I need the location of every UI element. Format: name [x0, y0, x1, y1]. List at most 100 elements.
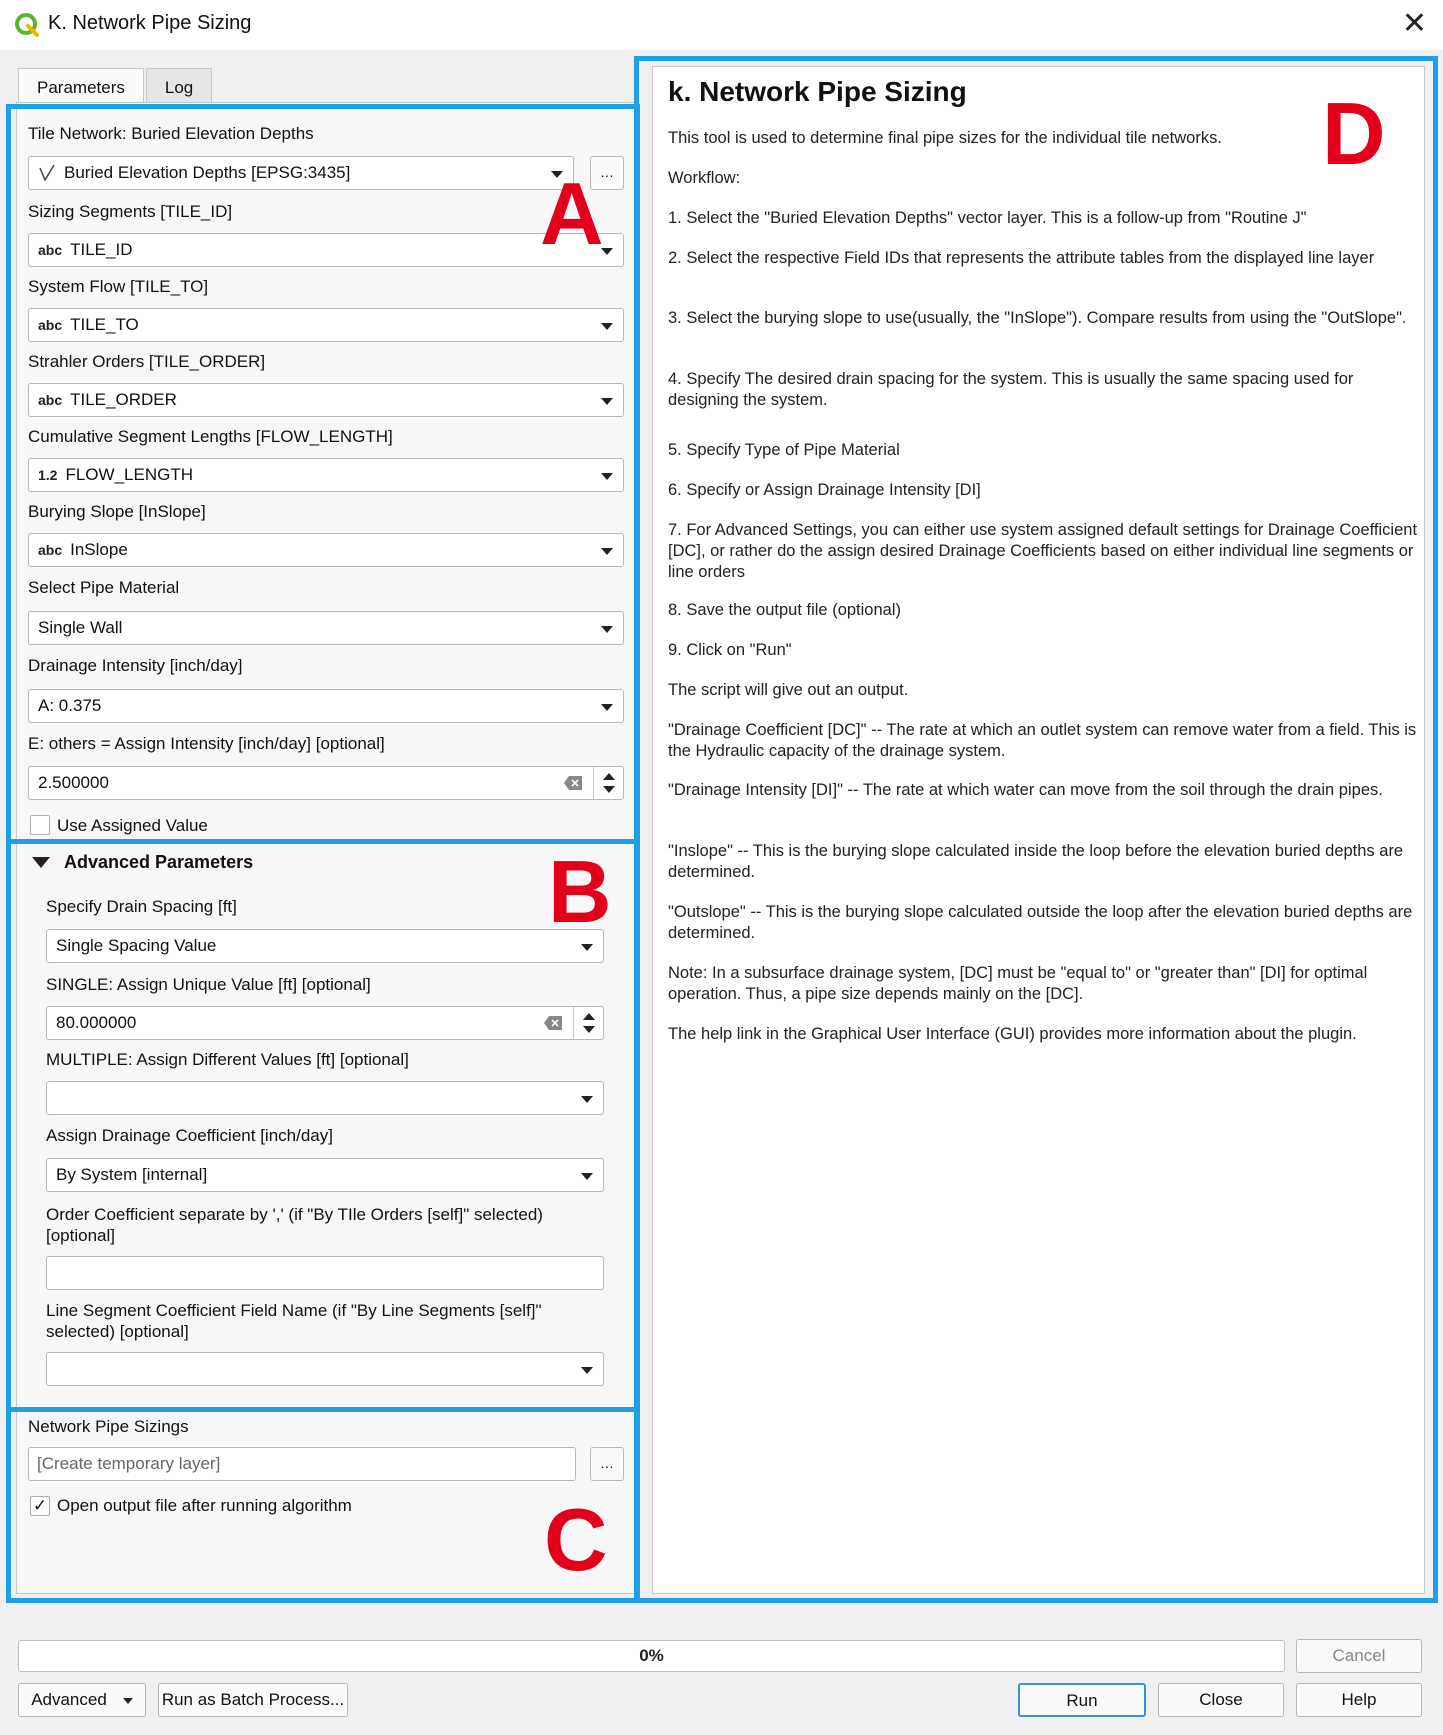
drainage-intensity-value: A: 0.375 — [38, 696, 102, 715]
clear-icon[interactable] — [543, 1015, 563, 1031]
chevron-down-icon — [581, 1173, 593, 1180]
help-paragraph: The help link in the Graphical User Inte… — [668, 1025, 1357, 1043]
sizing-segments-label: Sizing Segments [TILE_ID] — [28, 202, 233, 221]
collapse-triangle-icon — [32, 857, 50, 868]
spin-down-icon[interactable] — [583, 1026, 595, 1033]
order-coefficient-input[interactable] — [46, 1256, 604, 1290]
drainage-coefficient-select[interactable]: By System [internal] — [46, 1158, 604, 1192]
open-output-label: Open output file after running algorithm — [57, 1496, 352, 1515]
system-flow-value: TILE_TO — [70, 315, 139, 334]
spin-up-icon[interactable] — [583, 1013, 595, 1020]
spin-down-icon[interactable] — [603, 786, 615, 793]
pipe-material-label: Select Pipe Material — [28, 578, 180, 597]
chevron-down-icon — [581, 1096, 593, 1103]
advanced-parameters-title: Advanced Parameters — [64, 852, 254, 872]
batch-process-button[interactable]: Run as Batch Process... — [158, 1683, 348, 1717]
string-field-icon: abc — [38, 542, 63, 558]
close-icon[interactable]: ✕ — [1402, 6, 1427, 41]
help-paragraph: The script will give out an output. — [668, 681, 909, 699]
network-pipe-sizings-label: Network Pipe Sizings — [28, 1417, 189, 1436]
tile-network-select[interactable]: Buried Elevation Depths [EPSG:3435] — [28, 156, 574, 190]
help-paragraph: "Drainage Intensity [DI]" -- The rate at… — [668, 781, 1383, 799]
burying-slope-value: InSlope — [70, 540, 128, 559]
line-segment-coefficient-select[interactable] — [46, 1352, 604, 1386]
multiple-values-label: MULTIPLE: Assign Different Values [ft] [… — [46, 1050, 409, 1069]
clear-icon[interactable] — [563, 775, 583, 791]
dropdown-arrow-icon — [122, 1697, 133, 1704]
open-output-checkbox[interactable]: ✓ — [30, 1496, 50, 1516]
help-paragraph: 8. Save the output file (optional) — [668, 601, 901, 619]
assign-intensity-spinbox[interactable]: 2.500000 — [28, 766, 624, 800]
drainage-coefficient-value: By System [internal] — [56, 1165, 208, 1184]
tab-log[interactable]: Log — [145, 68, 213, 102]
chevron-down-icon — [581, 1367, 593, 1374]
use-assigned-checkbox[interactable] — [30, 815, 50, 835]
help-paragraph: 7. For Advanced Settings, you can either… — [668, 521, 1418, 581]
cumulative-lengths-value: FLOW_LENGTH — [65, 465, 193, 484]
close-button[interactable]: Close — [1158, 1683, 1284, 1717]
cumulative-lengths-select[interactable]: 1.2 FLOW_LENGTH — [28, 458, 624, 492]
drain-spacing-select[interactable]: Single Spacing Value — [46, 929, 604, 963]
cumulative-lengths-label: Cumulative Segment Lengths [FLOW_LENGTH] — [28, 427, 393, 446]
chevron-down-icon — [601, 704, 613, 711]
help-paragraph: 3. Select the burying slope to use(usual… — [668, 309, 1407, 327]
tab-parameters[interactable]: Parameters — [18, 68, 144, 102]
pipe-material-value: Single Wall — [38, 618, 123, 637]
drainage-intensity-select[interactable]: A: 0.375 — [28, 689, 624, 723]
tab-bar: Parameters Log — [18, 68, 214, 102]
drainage-intensity-label: Drainage Intensity [inch/day] — [28, 656, 243, 675]
annotation-label-d: D — [1322, 84, 1386, 183]
line-segment-coefficient-label-optional: selected) [optional] — [46, 1322, 189, 1341]
window-title: K. Network Pipe Sizing — [48, 12, 252, 34]
chevron-down-icon — [601, 626, 613, 633]
title-bar: K. Network Pipe Sizing ✕ — [0, 0, 1443, 50]
help-panel — [652, 66, 1425, 1594]
multiple-values-select[interactable] — [46, 1081, 604, 1115]
progress-bar: 0% — [18, 1640, 1285, 1672]
string-field-icon: abc — [38, 242, 63, 258]
use-assigned-label: Use Assigned Value — [57, 816, 208, 835]
spin-arrows[interactable] — [593, 767, 623, 799]
single-value-spinbox[interactable]: 80.000000 — [46, 1006, 604, 1040]
advanced-label: Advanced — [31, 1690, 107, 1709]
system-flow-select[interactable]: abc TILE_TO — [28, 308, 624, 342]
advanced-parameters-toggle[interactable]: Advanced Parameters — [32, 852, 253, 873]
order-coefficient-label: Order Coefficient separate by ',' (if "B… — [46, 1205, 543, 1224]
qgis-icon — [15, 13, 39, 37]
help-paragraph: 5. Specify Type of Pipe Material — [668, 441, 900, 459]
string-field-icon: abc — [38, 392, 63, 408]
help-paragraph: "Inslope" -- This is the burying slope c… — [668, 842, 1404, 881]
spin-up-icon[interactable] — [603, 773, 615, 780]
help-paragraph: 4. Specify The desired drain spacing for… — [668, 370, 1354, 409]
help-paragraph: "Drainage Coefficient [DC]" -- The rate … — [668, 721, 1417, 760]
burying-slope-select[interactable]: abc InSlope — [28, 533, 624, 567]
annotation-label-a: A — [540, 164, 604, 263]
help-paragraph: 6. Specify or Assign Drainage Intensity … — [668, 481, 981, 499]
strahler-orders-label: Strahler Orders [TILE_ORDER] — [28, 352, 266, 371]
advanced-button[interactable]: Advanced — [18, 1683, 146, 1717]
run-button[interactable]: Run — [1018, 1683, 1146, 1717]
order-coefficient-label-optional: [optional] — [46, 1226, 115, 1245]
help-button[interactable]: Help — [1296, 1683, 1422, 1717]
chevron-down-icon — [601, 323, 613, 330]
browse-output-button[interactable]: … — [590, 1447, 624, 1481]
assign-intensity-label: E: others = Assign Intensity [inch/day] … — [28, 734, 385, 753]
annotation-label-b: B — [548, 842, 612, 941]
annotation-label-c: C — [544, 1490, 608, 1589]
drain-spacing-value: Single Spacing Value — [56, 936, 217, 955]
chevron-down-icon — [601, 473, 613, 480]
help-paragraph: 2. Select the respective Field IDs that … — [668, 249, 1375, 267]
help-paragraph: "Outslope" -- This is the burying slope … — [668, 903, 1413, 942]
spin-arrows[interactable] — [573, 1007, 603, 1039]
cancel-button[interactable]: Cancel — [1296, 1639, 1422, 1673]
sizing-segments-select[interactable]: abc TILE_ID — [28, 233, 624, 267]
string-field-icon: abc — [38, 317, 63, 333]
line-layer-icon — [39, 164, 55, 182]
pipe-material-select[interactable]: Single Wall — [28, 611, 624, 645]
strahler-orders-select[interactable]: abc TILE_ORDER — [28, 383, 624, 417]
tile-network-value: Buried Elevation Depths [EPSG:3435] — [64, 163, 351, 182]
chevron-down-icon — [601, 548, 613, 555]
burying-slope-label: Burying Slope [InSlope] — [28, 502, 206, 521]
output-layer-input[interactable]: [Create temporary layer] — [28, 1447, 576, 1481]
help-paragraph: 1. Select the "Buried Elevation Depths" … — [668, 209, 1307, 227]
